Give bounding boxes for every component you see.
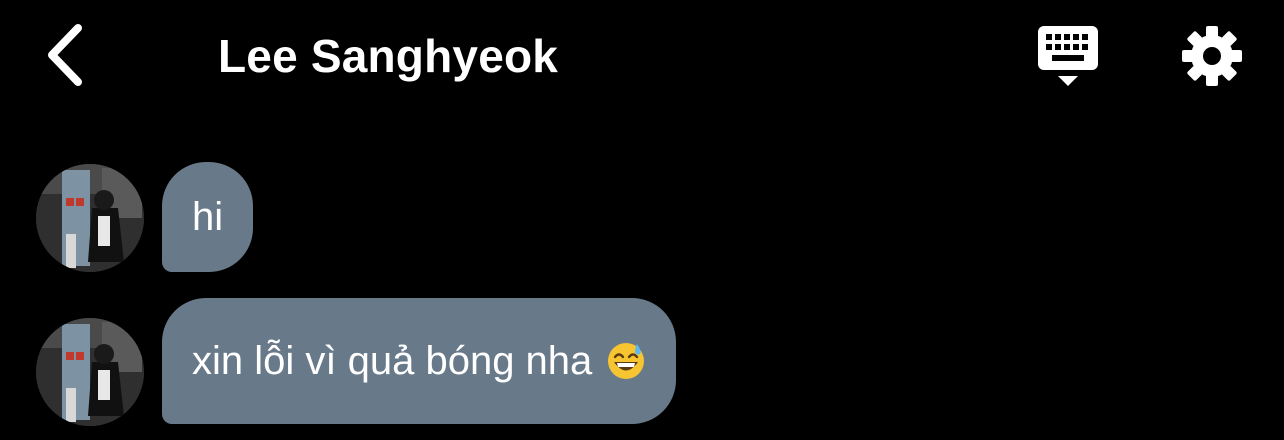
message-text: hi	[192, 195, 224, 239]
avatar-photo	[36, 164, 144, 272]
keyboard-icon	[1038, 26, 1098, 86]
avatar-photo	[36, 318, 144, 426]
chevron-left-icon	[48, 24, 82, 86]
grinning-sweat-emoji	[608, 343, 645, 379]
chat-title: Lee Sanghyeok	[218, 30, 559, 82]
message-bubble[interactable]: xin lỗi vì quả bóng nha	[162, 298, 677, 424]
back-button[interactable]	[40, 22, 92, 88]
contact-avatar[interactable]	[36, 164, 144, 272]
settings-button[interactable]	[1180, 24, 1244, 88]
message-text: xin lỗi vì quả bóng nha	[192, 339, 593, 383]
keyboard-button[interactable]	[1034, 24, 1102, 88]
contact-avatar[interactable]	[36, 318, 144, 426]
message-bubble[interactable]: hi	[162, 162, 254, 272]
gear-icon	[1182, 26, 1242, 86]
chat-header: Lee Sanghyeok	[0, 0, 1284, 110]
